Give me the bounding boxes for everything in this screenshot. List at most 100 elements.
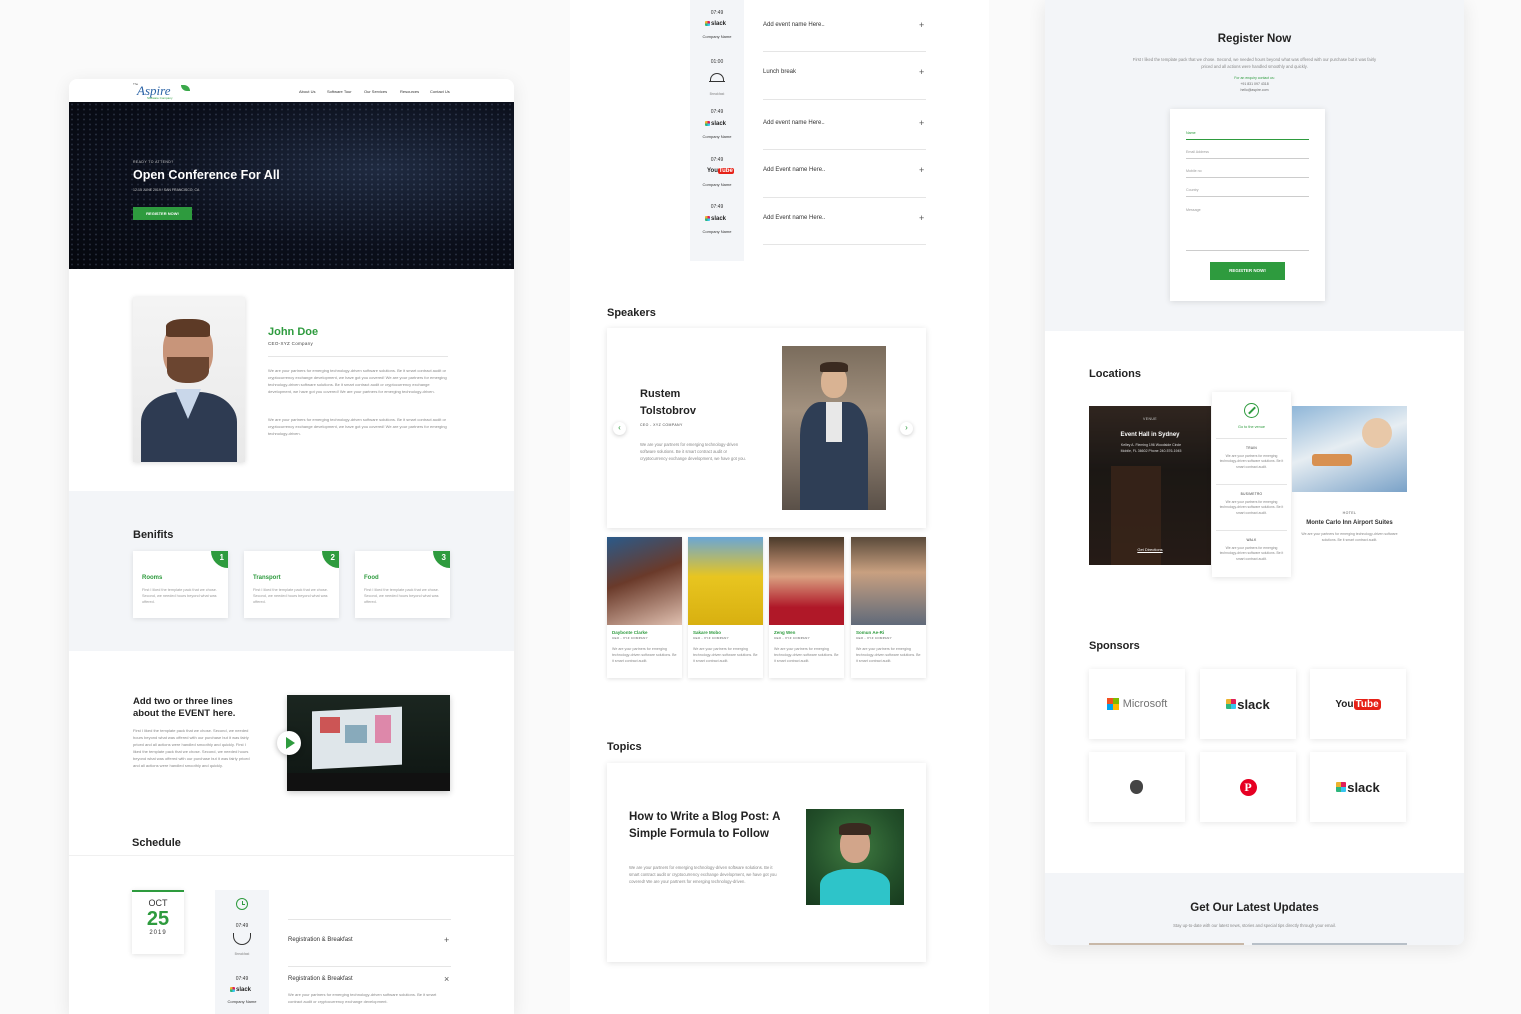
mobile-field[interactable]: Mobile no bbox=[1186, 169, 1309, 178]
sponsor-label: Microsoft bbox=[1122, 698, 1168, 710]
schedule-title: Schedule bbox=[132, 837, 181, 849]
cloche-icon bbox=[709, 70, 725, 84]
sponsor-slack[interactable]: slack bbox=[1200, 669, 1296, 739]
play-button[interactable] bbox=[277, 731, 301, 755]
message-field[interactable]: Message bbox=[1186, 208, 1309, 251]
venue-address: Kelley A. Fleming 196 Woodside Circle Mo… bbox=[1120, 443, 1182, 453]
featured-speaker-photo bbox=[782, 346, 886, 510]
youtube-logo: YouTube bbox=[1335, 698, 1381, 710]
play-icon bbox=[286, 737, 295, 749]
nav-software-tour[interactable]: Software Tour bbox=[327, 89, 352, 94]
mode-text: We are your partners for emerging techno… bbox=[1219, 500, 1284, 515]
row-title: Add Event name Here.. bbox=[763, 167, 826, 173]
hero-title: Open Conference For All bbox=[133, 168, 280, 182]
nav-services[interactable]: Our Services bbox=[364, 89, 387, 94]
nav-contact[interactable]: Contact Us bbox=[430, 89, 450, 94]
name-field[interactable]: Name bbox=[1186, 131, 1309, 140]
row-description: We are your partners for emerging techno… bbox=[288, 992, 437, 1004]
go-venue-link[interactable]: Go to the venue bbox=[1212, 425, 1291, 429]
speaker-photo bbox=[769, 537, 844, 625]
speakers-title: Speakers bbox=[607, 307, 656, 319]
collapse-button[interactable]: × bbox=[444, 974, 449, 984]
sponsor-apple[interactable] bbox=[1089, 752, 1185, 822]
speaker-photo bbox=[688, 537, 763, 625]
speaker-role: CEO - XYZ COMPANY bbox=[774, 636, 810, 640]
page-preview-home: The Aspire Software Company About Us Sof… bbox=[69, 79, 514, 1014]
speaker-role: CEO - XYZ COMPANY bbox=[693, 636, 729, 640]
speaker-photo bbox=[133, 297, 245, 462]
mode-text: We are your partners for emerging techno… bbox=[1219, 454, 1284, 469]
slack-logo: slack bbox=[705, 21, 726, 27]
sponsor-microsoft[interactable]: Microsoft bbox=[1089, 669, 1185, 739]
row-time: 07:49 bbox=[235, 923, 249, 929]
compass-icon bbox=[1244, 403, 1259, 418]
benefit-card-transport: 2 Transport First I liked the template p… bbox=[244, 551, 339, 618]
speaker-card[interactable]: Sakare Mobo CEO - XYZ COMPANY We are you… bbox=[688, 537, 763, 678]
locations-title: Locations bbox=[1089, 368, 1141, 380]
expand-button[interactable]: + bbox=[919, 67, 924, 77]
expand-button[interactable]: + bbox=[919, 165, 924, 175]
register-submit-button[interactable]: REGISTER NOW! bbox=[1210, 262, 1285, 280]
speaker-bio: We are your partners for emerging techno… bbox=[774, 647, 839, 663]
sponsors-title: Sponsors bbox=[1089, 640, 1140, 652]
sponsor-pinterest[interactable]: P bbox=[1200, 752, 1296, 822]
speaker-card[interactable]: Daybonte Clarke CEO - XYZ COMPANY We are… bbox=[607, 537, 682, 678]
row-title: Lunch break bbox=[763, 69, 797, 75]
expand-button[interactable]: + bbox=[919, 213, 924, 223]
leaf-icon bbox=[181, 85, 190, 91]
row-time: 07:49 bbox=[710, 157, 724, 163]
register-title: Register Now bbox=[1217, 33, 1292, 45]
benefit-number: 2 bbox=[322, 551, 339, 568]
clock-icon bbox=[236, 898, 248, 910]
divider bbox=[1216, 530, 1287, 531]
register-text: First I liked the template pack that we … bbox=[1132, 57, 1377, 69]
row-time: 07:49 bbox=[710, 10, 724, 16]
row-caption: Company Name bbox=[702, 134, 732, 139]
register-button[interactable]: REGISTER NOW! bbox=[133, 207, 192, 220]
divider bbox=[268, 356, 448, 357]
hero-banner bbox=[69, 102, 514, 269]
enquiry-label: For an enquiry contact us: bbox=[1234, 76, 1275, 80]
divider bbox=[763, 99, 926, 100]
slack-logo: slack bbox=[1226, 697, 1270, 712]
event-video-thumbnail[interactable] bbox=[287, 695, 450, 791]
topic-photo bbox=[806, 809, 904, 905]
sponsor-slack-2[interactable]: slack bbox=[1310, 752, 1406, 822]
sponsor-youtube[interactable]: You Tube bbox=[1310, 669, 1406, 739]
row-title: Registration & Breakfast bbox=[288, 976, 353, 982]
divider bbox=[288, 919, 451, 920]
nav-resources[interactable]: Resources bbox=[400, 89, 419, 94]
speaker-role: CEO - XYZ COMPANY bbox=[856, 636, 892, 640]
hotel-title: Monte Carlo Inn Airport Suites bbox=[1306, 520, 1393, 526]
speaker-card[interactable]: Somun Ae-Ri CEO - XYZ COMPANY We are you… bbox=[851, 537, 926, 678]
row-title: Add event name Here.. bbox=[763, 22, 825, 28]
page-preview-register: Register Now First I liked the template … bbox=[1045, 0, 1464, 945]
expand-button[interactable]: + bbox=[444, 935, 449, 945]
row-caption: Company Name bbox=[702, 229, 732, 234]
divider bbox=[763, 51, 926, 52]
row-time: 07:49 bbox=[710, 109, 724, 115]
updates-title: Get Our Latest Updates bbox=[1190, 902, 1319, 914]
venue-card bbox=[1089, 406, 1211, 565]
expand-button[interactable]: + bbox=[919, 20, 924, 30]
row-caption: Breakfast bbox=[234, 952, 250, 956]
hotel-text: We are your partners for emerging techno… bbox=[1301, 532, 1398, 542]
coffee-icon bbox=[233, 933, 251, 945]
speaker-card[interactable]: Zeng Wen CEO - XYZ COMPANY We are your p… bbox=[769, 537, 844, 678]
country-field[interactable]: Country bbox=[1186, 188, 1309, 197]
speaker-bio: We are your partners for emerging techno… bbox=[856, 647, 921, 663]
divider bbox=[1216, 438, 1287, 439]
divider bbox=[69, 855, 514, 856]
microsoft-icon bbox=[1106, 698, 1119, 710]
row-caption: Company Name bbox=[702, 34, 732, 39]
email-field[interactable]: Email Address bbox=[1186, 150, 1309, 159]
slack-logo: slack bbox=[1336, 780, 1380, 795]
directions-link[interactable]: Get Directions bbox=[1089, 547, 1211, 552]
expand-button[interactable]: + bbox=[919, 118, 924, 128]
chevron-left-icon[interactable]: ‹ bbox=[613, 422, 626, 435]
nav-about[interactable]: About Us bbox=[299, 89, 315, 94]
speaker-photo bbox=[607, 537, 682, 625]
enquiry-email[interactable]: hello@aspire.com bbox=[1045, 88, 1464, 92]
chevron-right-icon[interactable]: › bbox=[900, 422, 913, 435]
topic-title[interactable]: How to Write a Blog Post: A Simple Formu… bbox=[629, 809, 789, 842]
